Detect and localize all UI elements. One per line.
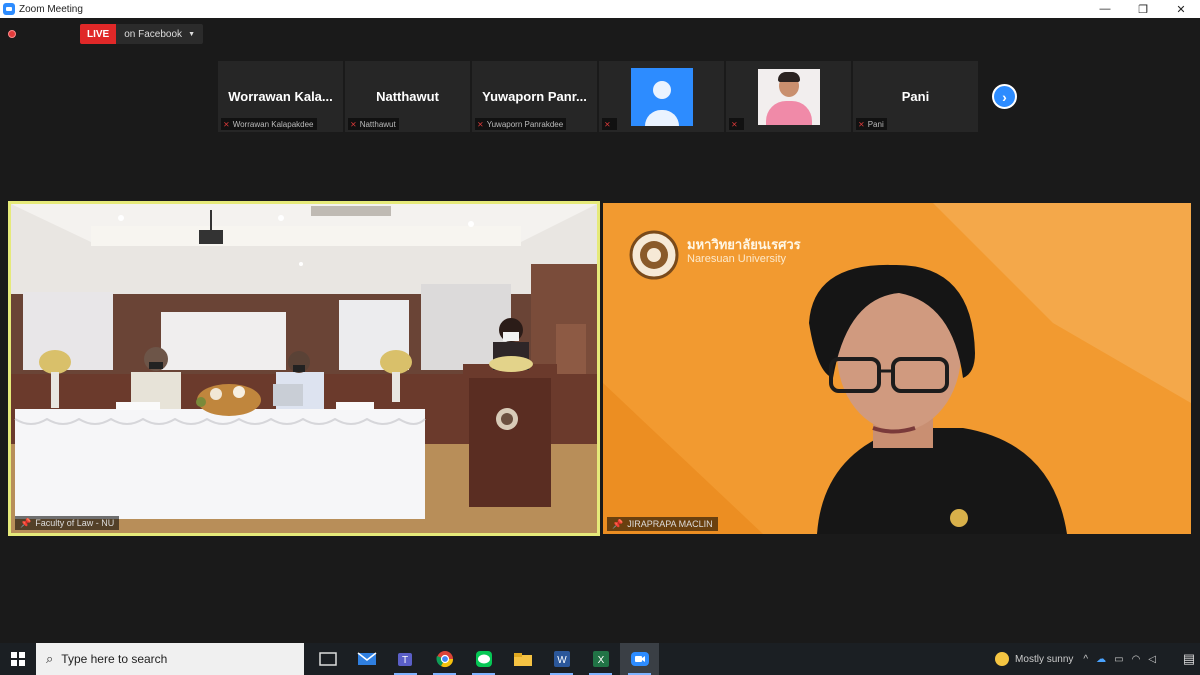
window-titlebar: Zoom Meeting — ❐ ✕	[0, 0, 1200, 18]
participant-label: ⨯ Yuwaporn Panrakdee	[475, 118, 567, 130]
mail-icon	[357, 652, 376, 665]
participant-label-text: Worrawan Kalapakdee	[232, 119, 314, 129]
participant-label: ⨯	[729, 118, 744, 130]
weather-widget[interactable]: Mostly sunny	[995, 652, 1073, 666]
window-title: Zoom Meeting	[19, 3, 83, 15]
participant-label: ⨯ Pani	[856, 118, 887, 130]
video-name-label: 📌 JIRAPRAPA MACLIN	[607, 517, 718, 531]
pin-icon: 📌	[612, 518, 624, 529]
wifi-icon[interactable]: ◠	[1132, 654, 1141, 665]
sun-icon	[995, 652, 1010, 666]
zoom-icon	[630, 652, 649, 666]
svg-text:W: W	[557, 655, 567, 666]
chat-bubble-icon: ▤	[1182, 651, 1196, 666]
mic-muted-icon: ⨯	[223, 119, 230, 129]
video-tile-speaker[interactable]: มหาวิทยาลัยนเรศวร Naresuan University 📌 …	[603, 203, 1191, 534]
university-name-thai: มหาวิทยาลัยนเรศวร	[687, 237, 801, 252]
participant-label-text: Yuwaporn Panrakdee	[486, 119, 564, 129]
taskbar-teams[interactable]: T	[386, 643, 425, 675]
participant-name: Natthawut	[376, 89, 439, 104]
default-avatar-icon	[630, 67, 693, 126]
mic-muted-icon: ⨯	[858, 119, 865, 129]
taskbar-zoom[interactable]	[620, 643, 659, 675]
line-app-icon	[475, 651, 492, 667]
task-view-button[interactable]	[308, 643, 347, 675]
windows-taskbar: ⌕ Type here to search T W X Mostly sunny…	[0, 643, 1200, 675]
taskbar-excel[interactable]: X	[581, 643, 620, 675]
close-button[interactable]: ✕	[1162, 0, 1200, 18]
volume-icon[interactable]: ◁	[1148, 654, 1156, 665]
participant-tile[interactable]: Worrawan Kala... ⨯ Worrawan Kalapakdee	[218, 61, 343, 132]
live-target-label: on Facebook	[124, 28, 183, 40]
video-name-text: Faculty of Law - NU	[35, 518, 115, 528]
weather-text: Mostly sunny	[1015, 653, 1074, 665]
participant-label-text: Natthawut	[359, 119, 396, 129]
mic-muted-icon: ⨯	[350, 119, 357, 129]
battery-icon[interactable]: ▭	[1114, 654, 1123, 665]
teams-icon: T	[397, 653, 412, 666]
video-name-text: JIRAPRAPA MACLIN	[627, 519, 713, 529]
taskbar-chrome[interactable]	[425, 643, 464, 675]
video-tile-conference-room[interactable]: 📌 Faculty of Law - NU	[8, 201, 600, 536]
university-name-english: Naresuan University	[687, 253, 787, 265]
chevron-right-icon: ›	[1002, 88, 1007, 105]
mic-muted-icon: ⨯	[477, 119, 484, 129]
zoom-app-icon	[3, 3, 15, 15]
university-logo-text: มหาวิทยาลัยนเรศวร Naresuan University	[687, 238, 801, 266]
taskbar-search[interactable]: ⌕ Type here to search	[36, 643, 304, 675]
chrome-icon	[435, 651, 453, 668]
folder-icon	[513, 653, 532, 666]
word-icon: W	[553, 651, 570, 667]
participant-label-text: Pani	[867, 119, 884, 129]
participant-name: Worrawan Kala...	[228, 89, 333, 104]
task-view-icon	[318, 652, 337, 666]
excel-icon: X	[592, 651, 609, 667]
onedrive-icon[interactable]: ☁	[1096, 654, 1106, 665]
participant-strip: Worrawan Kala... ⨯ Worrawan Kalapakdee N…	[218, 61, 978, 132]
participant-name: Yuwaporn Panr...	[482, 89, 587, 104]
participant-tile[interactable]: Natthawut ⨯ Natthawut	[345, 61, 470, 132]
start-button[interactable]	[0, 643, 36, 675]
recording-icon	[8, 30, 16, 38]
video-name-label: 📌 Faculty of Law - NU	[15, 516, 120, 530]
participant-tile[interactable]: Pani ⨯ Pani	[853, 61, 978, 132]
pin-icon: 📌	[20, 517, 32, 528]
mic-muted-icon: ⨯	[731, 119, 738, 129]
participant-name: Pani	[901, 89, 930, 104]
caret-down-icon: ▼	[188, 30, 195, 38]
taskbar-file-explorer[interactable]	[503, 643, 542, 675]
participant-tile[interactable]: Yuwaporn Panr... ⨯ Yuwaporn Panrakdee	[472, 61, 597, 132]
windows-logo-icon	[11, 652, 25, 666]
participant-label: ⨯	[602, 118, 617, 130]
taskbar-word[interactable]: W	[542, 643, 581, 675]
chevron-up-icon[interactable]: ^	[1083, 654, 1088, 665]
notification-center-button[interactable]: ▤	[1178, 643, 1200, 675]
taskbar-line[interactable]	[464, 643, 503, 675]
search-placeholder: Type here to search	[61, 652, 168, 666]
next-page-button[interactable]: ›	[992, 84, 1017, 109]
taskbar-mail[interactable]	[347, 643, 386, 675]
svg-text:X: X	[597, 655, 604, 666]
participant-tile[interactable]: ⨯	[599, 61, 724, 132]
maximize-button[interactable]: ❐	[1124, 0, 1162, 18]
mic-muted-icon: ⨯	[604, 119, 611, 129]
minimize-button[interactable]: —	[1086, 0, 1124, 18]
live-target-dropdown[interactable]: on Facebook ▼	[116, 24, 203, 44]
participant-tile[interactable]: ⨯	[726, 61, 851, 132]
meeting-area: LIVE on Facebook ▼ Worrawan Kala... ⨯ Wo…	[0, 18, 1200, 643]
conference-room-scene	[11, 204, 597, 533]
live-badge: LIVE	[80, 24, 117, 44]
live-stream-bar: LIVE on Facebook ▼	[8, 24, 203, 44]
participant-label: ⨯ Worrawan Kalapakdee	[221, 118, 317, 130]
profile-photo	[757, 68, 820, 125]
participant-label: ⨯ Natthawut	[348, 118, 399, 130]
search-icon: ⌕	[46, 651, 54, 666]
svg-text:T: T	[401, 655, 407, 666]
system-tray: Mostly sunny ^ ☁ ▭ ◠ ◁ ▤	[995, 643, 1200, 675]
